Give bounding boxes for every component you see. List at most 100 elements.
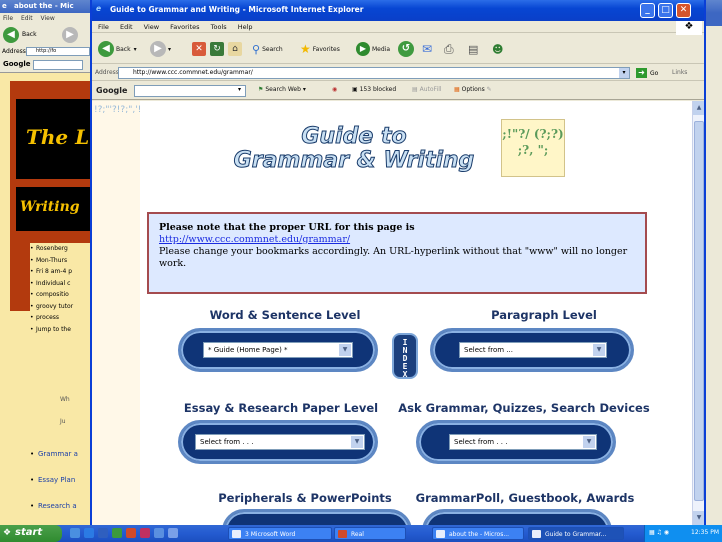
select-value: Select from . . . bbox=[454, 438, 508, 446]
media-button[interactable]: ▶ Media bbox=[356, 40, 390, 58]
maximize-button[interactable]: □ bbox=[658, 3, 673, 18]
word-sentence-select[interactable]: * Guide (Home Page) * ▼ bbox=[203, 342, 353, 358]
bg-link[interactable]: Research a bbox=[38, 502, 77, 510]
index-letter: X bbox=[402, 370, 408, 379]
bg-back-label: Back bbox=[22, 31, 37, 38]
ask-grammar-select[interactable]: Select from . . . ▼ bbox=[449, 434, 597, 450]
taskbar-button-about[interactable]: about the - Micros... bbox=[432, 527, 524, 540]
menu-view[interactable]: View bbox=[144, 23, 159, 31]
bg-link[interactable]: Essay Plan bbox=[38, 476, 75, 484]
google-search-input[interactable] bbox=[134, 85, 246, 97]
print-icon[interactable]: ⎙ bbox=[444, 40, 454, 58]
address-bar: Address http://www.ccc.commnet.edu/gramm… bbox=[92, 65, 704, 81]
bg-address-input[interactable]: http://fo bbox=[26, 47, 90, 56]
address-input[interactable]: http://www.ccc.commnet.edu/grammar/ ▾ bbox=[118, 67, 630, 79]
tray-network-icon[interactable]: ▦ bbox=[649, 529, 655, 536]
system-tray: ▦ ♫ ◉ 12:35 PM bbox=[644, 525, 722, 542]
essay-select[interactable]: Select from . . . ▼ bbox=[195, 434, 365, 450]
notice-url-link[interactable]: http://www.ccc.commnet.edu/grammar/ bbox=[159, 234, 635, 246]
bg-link[interactable]: Grammar a bbox=[38, 450, 78, 458]
clock[interactable]: 12:35 PM bbox=[691, 529, 719, 536]
history-icon[interactable]: ↺ bbox=[398, 41, 414, 57]
scroll-up-icon[interactable]: ▲ bbox=[693, 101, 704, 115]
section-ask-grammar: Ask Grammar, Quizzes, Search Devices bbox=[398, 401, 650, 415]
search-button[interactable]: ⚲ Search bbox=[252, 40, 283, 58]
menu-tools[interactable]: Tools bbox=[211, 23, 227, 31]
edit-icon[interactable]: ▤ bbox=[468, 40, 478, 58]
chevron-down-icon[interactable]: ▾ bbox=[619, 68, 629, 78]
forward-button[interactable]: ▶ ▾ bbox=[150, 40, 171, 58]
taskbar-button-guide[interactable]: Guide to Grammar... bbox=[528, 527, 624, 540]
quicklaunch-word-icon[interactable] bbox=[98, 528, 108, 538]
menubar: File Edit View Favorites Tools Help bbox=[92, 21, 704, 33]
refresh-icon[interactable]: ↻ bbox=[210, 42, 224, 56]
window-titlebar[interactable]: e Guide to Grammar and Writing - Microso… bbox=[92, 0, 704, 21]
pagerank-icon[interactable]: ◉ bbox=[332, 86, 337, 93]
back-button[interactable]: ◀ Back ▾ bbox=[98, 40, 137, 58]
home-icon[interactable]: ⌂ bbox=[228, 42, 242, 56]
options-button[interactable]: ▦ Options ✎ bbox=[454, 86, 492, 93]
menu-edit[interactable]: Edit bbox=[120, 23, 133, 31]
vertical-scrollbar[interactable]: ▲ ▼ bbox=[692, 101, 704, 525]
section-peripherals: Peripherals & PowerPoints bbox=[218, 491, 392, 505]
bg-back-icon[interactable]: ◀ bbox=[3, 27, 19, 43]
quicklaunch-ie-icon[interactable] bbox=[84, 528, 94, 538]
stop-icon[interactable]: ✕ bbox=[192, 42, 206, 56]
minimize-button[interactable]: _ bbox=[640, 3, 655, 18]
popup-blocker-button[interactable]: ▣ 153 blocked bbox=[352, 86, 396, 93]
messenger-icon[interactable]: ☻ bbox=[492, 40, 503, 58]
links-toolbar[interactable]: Links bbox=[672, 69, 687, 76]
bg-bullet-item[interactable]: Jump to the bbox=[30, 324, 90, 336]
mail-icon[interactable]: ✉ bbox=[422, 40, 432, 58]
index-button[interactable]: I N D E X bbox=[392, 333, 418, 379]
bg-toolbar: ◀ Back ▶ bbox=[0, 24, 90, 45]
search-web-button[interactable]: ⚑ Search Web ▾ bbox=[258, 86, 306, 93]
close-button[interactable]: ✕ bbox=[676, 3, 691, 18]
taskbar-button-real[interactable]: Real bbox=[334, 527, 406, 540]
task-label: 3 Microsoft Word bbox=[245, 531, 296, 538]
quicklaunch-outlook-icon[interactable] bbox=[154, 528, 164, 538]
quicklaunch-media-icon[interactable] bbox=[168, 528, 178, 538]
favorites-button[interactable]: ★ Favorites bbox=[300, 40, 340, 58]
autofill-button[interactable]: ▤ AutoFill bbox=[412, 86, 442, 93]
menu-help[interactable]: Help bbox=[238, 23, 253, 31]
standard-toolbar: ◀ Back ▾ ▶ ▾ ✕ ↻ ⌂ ⚲ Search ★ Favorites … bbox=[92, 34, 704, 64]
bg-menu-view[interactable]: View bbox=[41, 15, 55, 22]
tray-volume-icon[interactable]: ♫ bbox=[657, 529, 662, 536]
window-title: Guide to Grammar and Writing - Microsoft… bbox=[110, 5, 364, 14]
notice-heading: Please note that the proper URL for this… bbox=[159, 222, 415, 233]
go-label: Go bbox=[650, 69, 659, 77]
bg-address-label: Address bbox=[2, 48, 26, 55]
chevron-down-icon[interactable]: ▾ bbox=[238, 86, 241, 93]
bg-menu-edit[interactable]: Edit bbox=[21, 15, 33, 22]
options-icon: ▦ bbox=[454, 86, 460, 93]
site-logo-title[interactable]: Guide to Grammar & Writing bbox=[224, 124, 484, 173]
bg-forward-icon[interactable]: ▶ bbox=[62, 27, 78, 43]
google-toolbar: Google ▾ ⚑ Search Web ▾ ◉ ▣ 153 blocked … bbox=[92, 82, 704, 100]
google-logo[interactable]: Google bbox=[96, 86, 127, 95]
punctuation-logo-text: ;!"?/ (?;?) ;?, "; bbox=[502, 127, 564, 157]
taskbar-button-word[interactable]: 3 Microsoft Word bbox=[228, 527, 332, 540]
bg-google-search-input[interactable] bbox=[33, 60, 83, 70]
bg-menu-file[interactable]: File bbox=[3, 15, 13, 22]
task-label: about the - Micros... bbox=[449, 531, 510, 538]
chevron-down-icon: ▼ bbox=[339, 344, 351, 356]
menu-file[interactable]: File bbox=[98, 23, 109, 31]
bg-window-title-edge bbox=[706, 13, 722, 26]
bg-notes: Wh Ju bbox=[60, 389, 70, 433]
menu-favorites[interactable]: Favorites bbox=[170, 23, 199, 31]
quicklaunch-desktop-icon[interactable] bbox=[70, 528, 80, 538]
site-title-line-2: Grammar & Writing bbox=[233, 148, 475, 173]
section-paragraph: Paragraph Level bbox=[491, 308, 597, 322]
real-player-icon bbox=[338, 530, 347, 538]
url-notice-box: Please note that the proper URL for this… bbox=[147, 212, 647, 294]
quicklaunch-excel-icon[interactable] bbox=[112, 528, 122, 538]
quicklaunch-powerpoint-icon[interactable] bbox=[126, 528, 136, 538]
go-button[interactable]: ➜ Go bbox=[636, 68, 658, 78]
scroll-thumb[interactable] bbox=[694, 121, 704, 501]
quicklaunch-access-icon[interactable] bbox=[140, 528, 150, 538]
start-button[interactable]: ❖ start bbox=[0, 525, 62, 542]
paragraph-select[interactable]: Select from ... ▼ bbox=[459, 342, 607, 358]
scroll-down-icon[interactable]: ▼ bbox=[693, 511, 704, 525]
tray-security-icon[interactable]: ◉ bbox=[664, 529, 669, 536]
